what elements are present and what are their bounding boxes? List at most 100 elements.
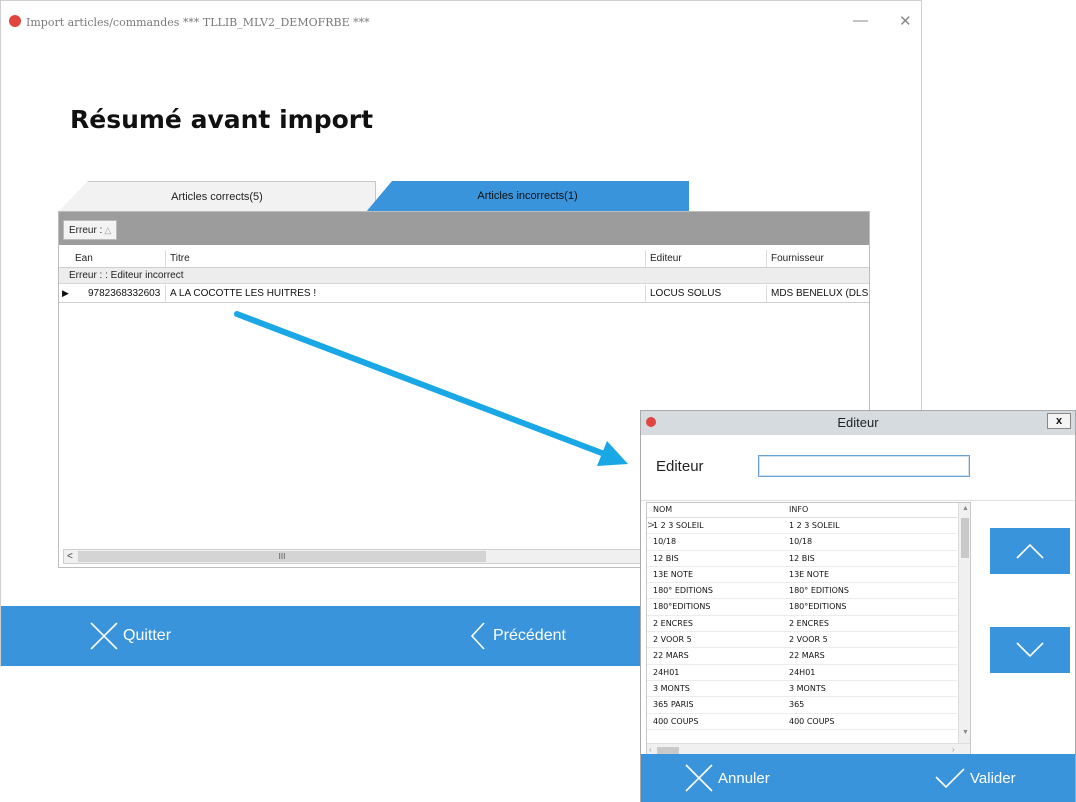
- window-title: Import articles/commandes *** TLLIB_MLV2…: [26, 16, 370, 29]
- cancel-label: Annuler: [718, 769, 770, 787]
- dialog-title-bar: Editeur x: [641, 411, 1075, 435]
- previous-button[interactable]: Précédent: [467, 606, 566, 666]
- list-item[interactable]: 365 PARIS 365: [647, 697, 957, 714]
- list-cell-nom: 2 VOOR 5: [653, 635, 692, 645]
- list-item[interactable]: 3 MONTS 3 MONTS: [647, 681, 957, 698]
- scrollbar-thumb[interactable]: III: [78, 551, 486, 562]
- cell-editeur: LOCUS SOLUS: [646, 285, 767, 302]
- tab-articles-incorrects[interactable]: Articles incorrects(1): [366, 181, 689, 212]
- close-x-icon: [90, 622, 118, 650]
- table-row[interactable]: ▶ 9782368332603 A LA COCOTTE LES HUITRES…: [59, 285, 870, 303]
- horizontal-scrollbar[interactable]: < III: [63, 549, 663, 564]
- close-button[interactable]: ✕: [899, 12, 912, 30]
- list-item[interactable]: 10/18 10/18: [647, 534, 957, 551]
- cell-ean: 9782368332603: [84, 285, 166, 302]
- list-cell-info: 2 ENCRES: [789, 618, 829, 628]
- list-cell-nom: 180° EDITIONS: [653, 586, 713, 596]
- chevron-down-icon: [1016, 642, 1044, 658]
- list-item[interactable]: 22 MARS 22 MARS: [647, 648, 957, 665]
- scroll-down-arrow-icon[interactable]: ▼: [962, 729, 969, 736]
- page-up-button[interactable]: [990, 528, 1070, 574]
- list-rows: >1 2 3 SOLEIL 1 2 3 SOLEIL 10/18 10/18 12 BI…: [647, 518, 957, 730]
- list-cell-info: 2 VOOR 5: [789, 635, 828, 645]
- list-cell-info: 1 2 3 SOLEIL: [789, 521, 840, 530]
- scroll-left-arrow-icon[interactable]: <: [67, 550, 73, 564]
- previous-label: Précédent: [493, 627, 566, 644]
- grid-header: Ean Titre Editeur Fournisseur: [59, 250, 869, 268]
- column-header-titre[interactable]: Titre: [166, 250, 646, 267]
- quit-button[interactable]: Quitter: [89, 606, 171, 666]
- list-item[interactable]: 180° EDITIONS 180° EDITIONS: [647, 583, 957, 600]
- list-cell-info: 180°EDITIONS: [789, 602, 847, 612]
- list-item[interactable]: 180°EDITIONS 180°EDITIONS: [647, 599, 957, 616]
- cell-fournisseur: MDS BENELUX (DLS S: [771, 288, 870, 299]
- list-cell-nom: 10/18: [653, 537, 677, 547]
- page-title: Résumé avant import: [70, 105, 374, 134]
- scroll-right-arrow-icon[interactable]: ›: [952, 745, 955, 754]
- group-chip-label: Erreur :: [69, 225, 103, 236]
- list-cell-info: 365: [789, 700, 805, 710]
- scroll-up-arrow-icon[interactable]: ▲: [962, 505, 969, 512]
- list-cell-nom: 1 2 3 SOLEIL: [653, 521, 704, 530]
- list-cell-info: 400 COUPS: [789, 716, 835, 726]
- minimize-button[interactable]: —: [853, 12, 868, 29]
- page-down-button[interactable]: [990, 627, 1070, 673]
- list-cell-info: 13E NOTE: [789, 569, 829, 579]
- column-header-ean[interactable]: Ean: [71, 250, 166, 267]
- divider: [641, 500, 1075, 501]
- dialog-title: Editeur: [837, 415, 879, 430]
- list-cell-info: 12 BIS: [789, 553, 815, 563]
- cell-titre: A LA COCOTTE LES HUITRES !: [166, 285, 646, 302]
- validate-label: Valider: [970, 769, 1016, 787]
- dialog-close-button[interactable]: x: [1047, 413, 1071, 429]
- checkmark-icon: [935, 768, 965, 789]
- list-cell-nom: 2 ENCRES: [653, 618, 693, 628]
- editeur-dialog: Editeur x Editeur NOM INFO >1 2 3 SOLEIL…: [640, 410, 1076, 802]
- list-cell-nom: 12 BIS: [653, 553, 679, 563]
- sort-icon: △: [104, 225, 112, 235]
- list-item[interactable]: 2 ENCRES 2 ENCRES: [647, 616, 957, 633]
- group-chip-erreur[interactable]: Erreur : △: [63, 220, 118, 240]
- list-cell-nom: 24H01: [653, 667, 680, 677]
- list-cell-nom: 13E NOTE: [653, 569, 693, 579]
- cancel-button[interactable]: Annuler: [684, 754, 770, 802]
- chevron-left-icon: [470, 622, 485, 650]
- app-icon: [9, 15, 21, 27]
- list-header: NOM INFO: [647, 503, 957, 518]
- quit-label: Quitter: [123, 627, 172, 644]
- list-item[interactable]: >1 2 3 SOLEIL 1 2 3 SOLEIL: [647, 518, 957, 535]
- list-cell-info: 10/18: [789, 537, 813, 547]
- title-bar: Import articles/commandes *** TLLIB_MLV2…: [1, 1, 921, 41]
- tab-articles-corrects[interactable]: Articles corrects(5): [58, 181, 376, 212]
- validate-button[interactable]: Valider: [934, 754, 1016, 802]
- close-x-icon: [685, 764, 713, 792]
- column-header-nom[interactable]: NOM: [653, 503, 672, 517]
- scrollbar-thumb[interactable]: [961, 518, 969, 558]
- group-row[interactable]: Erreur : : Editeur incorrect: [59, 268, 869, 284]
- list-cell-nom: 180°EDITIONS: [653, 602, 711, 612]
- list-item[interactable]: 2 VOOR 5 2 VOOR 5: [647, 632, 957, 649]
- column-header-info[interactable]: INFO: [789, 503, 808, 517]
- list-cell-info: 24H01: [789, 667, 816, 677]
- vertical-scrollbar[interactable]: ▲ ▼: [958, 503, 970, 743]
- list-cell-nom: 365 PARIS: [653, 700, 694, 710]
- list-cell-info: 3 MONTS: [789, 683, 826, 693]
- list-cell-info: 22 MARS: [789, 651, 825, 661]
- list-item[interactable]: 24H01 24H01: [647, 665, 957, 681]
- list-cell-nom: 22 MARS: [653, 651, 689, 661]
- list-item[interactable]: 400 COUPS 400 COUPS: [647, 714, 957, 730]
- list-item[interactable]: 12 BIS 12 BIS: [647, 551, 957, 567]
- dialog-footer-bar: Annuler Valider: [641, 754, 1075, 802]
- chevron-up-icon: [1016, 543, 1044, 559]
- row-pointer-icon: ▶: [62, 288, 69, 298]
- column-header-editeur[interactable]: Editeur: [646, 250, 767, 267]
- editeur-field-label: Editeur: [656, 458, 704, 475]
- editeur-search-input[interactable]: [758, 455, 970, 477]
- list-item[interactable]: 13E NOTE 13E NOTE: [647, 567, 957, 584]
- scroll-left-arrow-icon[interactable]: ‹: [649, 745, 652, 754]
- editeur-list: NOM INFO >1 2 3 SOLEIL 1 2 3 SOLEIL 10/18 1…: [646, 502, 971, 758]
- group-by-panel: Erreur : △: [59, 212, 869, 245]
- list-cell-nom: 400 COUPS: [653, 716, 699, 726]
- column-header-fournisseur[interactable]: Fournisseur: [767, 250, 869, 267]
- list-cell-nom: 3 MONTS: [653, 683, 690, 693]
